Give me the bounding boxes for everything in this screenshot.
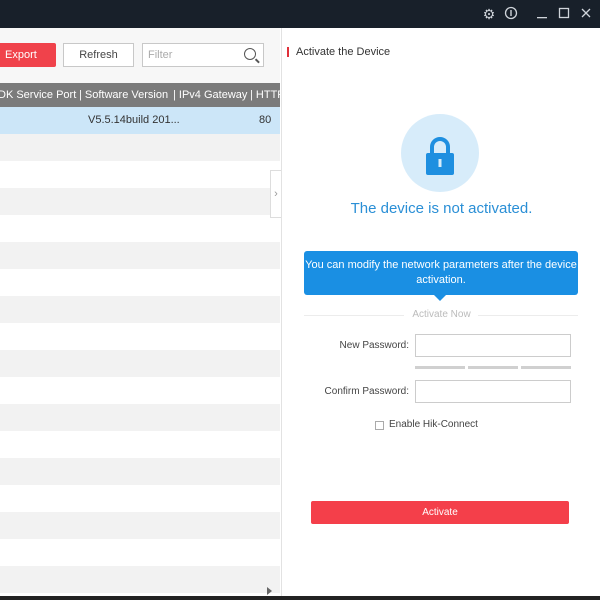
new-password-input[interactable] bbox=[415, 334, 571, 357]
close-icon[interactable] bbox=[578, 6, 594, 22]
http-port-cell: 80 bbox=[259, 114, 272, 126]
activate-button[interactable]: Activate bbox=[311, 501, 569, 524]
info-tooltip: You can modify the network parameters af… bbox=[304, 251, 578, 301]
hik-connect-checkbox[interactable] bbox=[375, 421, 384, 430]
lock-icon bbox=[401, 114, 479, 192]
table-row bbox=[0, 269, 280, 296]
section-label: Activate Now bbox=[412, 309, 471, 320]
table-row bbox=[0, 377, 280, 404]
filter-field bbox=[142, 43, 264, 67]
table-row[interactable]: V5.5.14build 201... 80 bbox=[0, 107, 280, 134]
collapse-panel-handle[interactable]: › bbox=[270, 170, 281, 218]
table-row bbox=[0, 485, 280, 512]
gear-icon[interactable]: ⚙ bbox=[481, 6, 497, 22]
device-list-panel: Export Refresh DK Service Port | Softwar… bbox=[0, 28, 280, 596]
activation-panel: Activate the Device The device is not ac… bbox=[281, 28, 600, 596]
confirm-password-input[interactable] bbox=[415, 380, 571, 403]
column-header-software-version[interactable]: | Software Version bbox=[79, 83, 168, 107]
info-icon[interactable] bbox=[503, 6, 519, 22]
minimize-icon[interactable] bbox=[534, 6, 550, 22]
device-table-body: V5.5.14build 201... 80 bbox=[0, 107, 280, 596]
table-row bbox=[0, 242, 280, 269]
table-row bbox=[0, 512, 280, 539]
password-strength-bar bbox=[521, 366, 571, 369]
table-row bbox=[0, 134, 280, 161]
search-icon[interactable] bbox=[244, 48, 256, 60]
window-bottom-border bbox=[0, 596, 600, 600]
filter-input[interactable] bbox=[143, 44, 233, 66]
new-password-label: New Password: bbox=[339, 340, 409, 351]
scroll-right-arrow-icon[interactable] bbox=[267, 587, 272, 595]
refresh-button[interactable]: Refresh bbox=[63, 43, 134, 67]
column-header-http[interactable]: | HTTP bbox=[250, 83, 280, 107]
panel-title: Activate the Device bbox=[286, 46, 391, 58]
table-row bbox=[0, 161, 280, 188]
table-row bbox=[0, 458, 280, 485]
column-header-ipv4-gateway[interactable]: | IPv4 Gateway bbox=[173, 83, 247, 107]
table-row bbox=[0, 215, 280, 242]
maximize-icon[interactable] bbox=[556, 6, 572, 22]
table-row bbox=[0, 404, 280, 431]
activation-status: The device is not activated. bbox=[350, 200, 533, 217]
table-row bbox=[0, 431, 280, 458]
confirm-password-label: Confirm Password: bbox=[324, 386, 409, 397]
chevron-right-icon: › bbox=[274, 188, 278, 200]
table-row bbox=[0, 539, 280, 566]
table-row bbox=[0, 566, 280, 593]
table-row bbox=[0, 188, 280, 215]
table-row bbox=[0, 323, 280, 350]
table-row bbox=[0, 350, 280, 377]
hik-connect-label[interactable]: Enable Hik-Connect bbox=[389, 419, 478, 430]
software-version-cell: V5.5.14build 201... bbox=[88, 114, 180, 126]
table-row bbox=[0, 296, 280, 323]
password-strength-bar bbox=[468, 366, 518, 369]
password-strength-bar bbox=[415, 366, 465, 369]
column-header-sdk-port[interactable]: DK Service Port bbox=[0, 83, 76, 107]
table-header: DK Service Port | Software Version | IPv… bbox=[0, 83, 280, 107]
title-bar: ⚙ bbox=[0, 0, 600, 28]
export-button[interactable]: Export bbox=[0, 43, 56, 67]
